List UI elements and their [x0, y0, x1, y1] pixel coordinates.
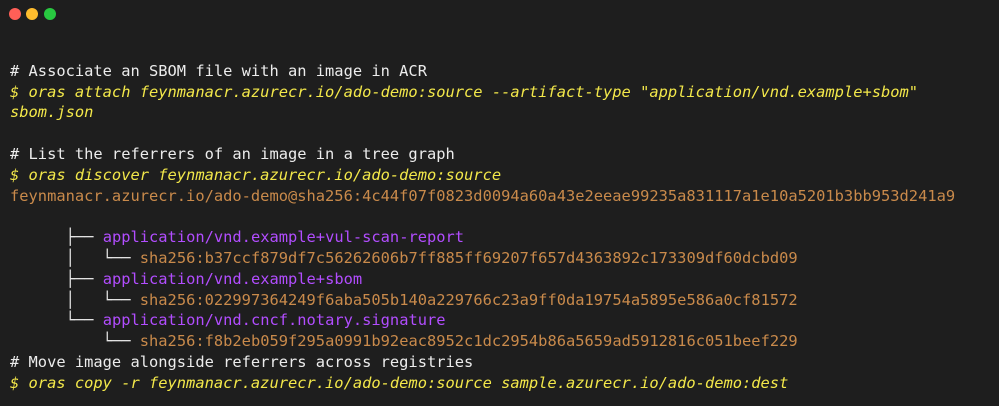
- tree-branch-glyph: │ └──: [65, 248, 140, 267]
- terminal-output[interactable]: # Associate an SBOM file with an image i…: [10, 40, 999, 394]
- tree-branch-glyph: ├──: [65, 228, 103, 247]
- digest: sha256:022997364249f6aba505b140a229766c2…: [139, 290, 798, 309]
- minimize-window-button[interactable]: [26, 8, 38, 20]
- title-bar: [0, 0, 999, 30]
- comment-line: # Move image alongside referrers across …: [10, 352, 474, 371]
- command-line: $ oras copy -r feynmanacr.azurecr.io/ado…: [10, 373, 789, 392]
- tree-branch-glyph: │ └──: [65, 290, 140, 309]
- artifact-type: application/vnd.cncf.notary.signature: [102, 311, 446, 330]
- comment-line: # List the referrers of an image in a tr…: [10, 144, 455, 163]
- command-line: $ oras discover feynmanacr.azurecr.io/ad…: [10, 165, 502, 184]
- tree-branch-glyph: └──: [65, 332, 140, 351]
- comment-line: # Associate an SBOM file with an image i…: [10, 61, 427, 80]
- tree-item: ├── application/vnd.example+vul-scan-rep…: [10, 206, 999, 246]
- artifact-type: application/vnd.example+vul-scan-report: [102, 228, 465, 247]
- digest: sha256:b37ccf879df7c56262606b7ff885ff692…: [139, 248, 798, 267]
- command-line-continuation: sbom.json: [10, 103, 94, 122]
- tree-branch-glyph: └──: [65, 311, 103, 330]
- terminal-window: # Associate an SBOM file with an image i…: [0, 0, 999, 406]
- digest: sha256:f8b2eb059f295a0991b92eac8952c1dc2…: [139, 332, 798, 351]
- close-window-button[interactable]: [9, 8, 21, 20]
- maximize-window-button[interactable]: [44, 8, 56, 20]
- root-digest-line: feynmanacr.azurecr.io/ado-demo@sha256:4c…: [10, 186, 956, 205]
- artifact-type: application/vnd.example+sbom: [102, 269, 363, 288]
- command-line: $ oras attach feynmanacr.azurecr.io/ado-…: [10, 82, 919, 101]
- tree-branch-glyph: ├──: [65, 269, 103, 288]
